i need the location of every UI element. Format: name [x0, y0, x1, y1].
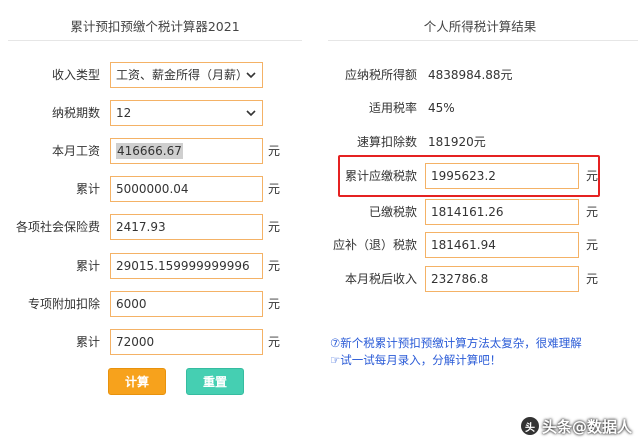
income-type-row: 收入类型 工资、薪金所得（月薪）: [0, 62, 310, 88]
tax-due-field: 181461.94: [425, 232, 579, 258]
after-tax-income-unit: 元: [586, 272, 599, 286]
cumulative-deduction-label: 累计: [75, 335, 100, 349]
cumulative-deduction-unit: 元: [268, 335, 281, 349]
cumulative-salary-unit: 元: [268, 182, 281, 196]
special-deduction-unit: 元: [268, 297, 281, 311]
tax-due-label: 应补（退）税款: [332, 238, 417, 252]
title-divider: [328, 40, 638, 41]
paid-tax-field: 1814161.26: [425, 199, 579, 225]
quick-deduction-label: 速算扣除数: [356, 135, 417, 149]
cumulative-salary-row: 累计 5000000.04 元: [0, 176, 310, 202]
social-insurance-row: 各项社会保险费 2417.93 元: [0, 214, 310, 240]
chevron-down-icon: [246, 110, 256, 117]
calculate-button[interactable]: 计算: [108, 368, 166, 395]
special-deduction-row: 专项附加扣除 6000 元: [0, 291, 310, 317]
watermark: 头 头条@数据人: [520, 412, 632, 440]
after-tax-income-row: 本月税后收入 232786.8 元: [320, 266, 640, 292]
tax-rate-row: 适用税率 45%: [320, 95, 640, 121]
social-insurance-unit: 元: [268, 220, 281, 234]
special-deduction-input[interactable]: 6000: [110, 291, 263, 317]
help-line-2[interactable]: ☞试一试每月录入，分解计算吧！: [330, 352, 620, 369]
watermark-logo-icon: 头: [520, 417, 539, 435]
monthly-salary-unit: 元: [268, 144, 281, 158]
result-panel: 个人所得税计算结果 应纳税所得额 4838984.88元 适用税率 45% 速算…: [320, 0, 640, 448]
calculator-panel: 累计预扣预缴个税计算器2021 收入类型 工资、薪金所得（月薪） 纳税期数 12…: [0, 0, 310, 448]
cumulative-insurance-row: 累计 29015.159999999996 元: [0, 253, 310, 279]
calculator-title: 累计预扣预缴个税计算器2021: [70, 19, 240, 34]
monthly-salary-label: 本月工资: [51, 144, 100, 158]
monthly-salary-value: 416666.67: [116, 143, 183, 159]
income-type-value: 工资、薪金所得（月薪）: [116, 68, 249, 82]
after-tax-income-label: 本月税后收入: [344, 272, 417, 286]
cumulative-insurance-input[interactable]: 29015.159999999996: [110, 253, 263, 279]
highlight-annotation-box: [338, 155, 600, 197]
cumulative-insurance-label: 累计: [75, 259, 100, 273]
paid-tax-unit: 元: [586, 205, 599, 219]
cumulative-deduction-row: 累计 72000 元: [0, 329, 310, 355]
tax-periods-select[interactable]: 12: [110, 100, 263, 126]
watermark-text: 头条@数据人: [541, 417, 632, 436]
tax-periods-row: 纳税期数 12: [0, 100, 310, 126]
income-type-select[interactable]: 工资、薪金所得（月薪）: [110, 62, 263, 88]
cumulative-salary-label: 累计: [75, 182, 100, 196]
quick-deduction-row: 速算扣除数 181920元: [320, 129, 640, 155]
cumulative-deduction-input[interactable]: 72000: [110, 329, 263, 355]
paid-tax-label: 已缴税款: [368, 205, 417, 219]
cumulative-insurance-unit: 元: [268, 259, 281, 273]
result-title: 个人所得税计算结果: [423, 19, 537, 34]
tax-periods-label: 纳税期数: [51, 106, 100, 120]
quick-deduction-value: 181920元: [428, 135, 486, 149]
help-text[interactable]: ⑦新个税累计预扣预缴计算方法太复杂，很难理解 ☞试一试每月录入，分解计算吧！: [330, 335, 620, 369]
after-tax-income-field: 232786.8: [425, 266, 579, 292]
special-deduction-label: 专项附加扣除: [27, 297, 100, 311]
tax-rate-value: 45%: [428, 101, 455, 115]
income-type-label: 收入类型: [51, 68, 100, 82]
social-insurance-label: 各项社会保险费: [15, 220, 100, 234]
taxable-income-label: 应纳税所得额: [344, 68, 417, 82]
tax-periods-value: 12: [116, 106, 132, 120]
cumulative-salary-input[interactable]: 5000000.04: [110, 176, 263, 202]
tax-rate-label: 适用税率: [368, 101, 417, 115]
paid-tax-row: 已缴税款 1814161.26 元: [320, 199, 640, 225]
taxable-income-row: 应纳税所得额 4838984.88元: [320, 62, 640, 88]
tax-due-unit: 元: [586, 238, 599, 252]
monthly-salary-input[interactable]: 416666.67: [110, 138, 263, 164]
monthly-salary-row: 本月工资 416666.67 元: [0, 138, 310, 164]
help-line-1[interactable]: ⑦新个税累计预扣预缴计算方法太复杂，很难理解: [330, 335, 620, 352]
title-divider: [8, 40, 302, 41]
reset-button[interactable]: 重置: [186, 368, 244, 395]
chevron-down-icon: [246, 72, 256, 79]
taxable-income-value: 4838984.88元: [428, 68, 513, 82]
social-insurance-input[interactable]: 2417.93: [110, 214, 263, 240]
tax-due-row: 应补（退）税款 181461.94 元: [320, 232, 640, 258]
